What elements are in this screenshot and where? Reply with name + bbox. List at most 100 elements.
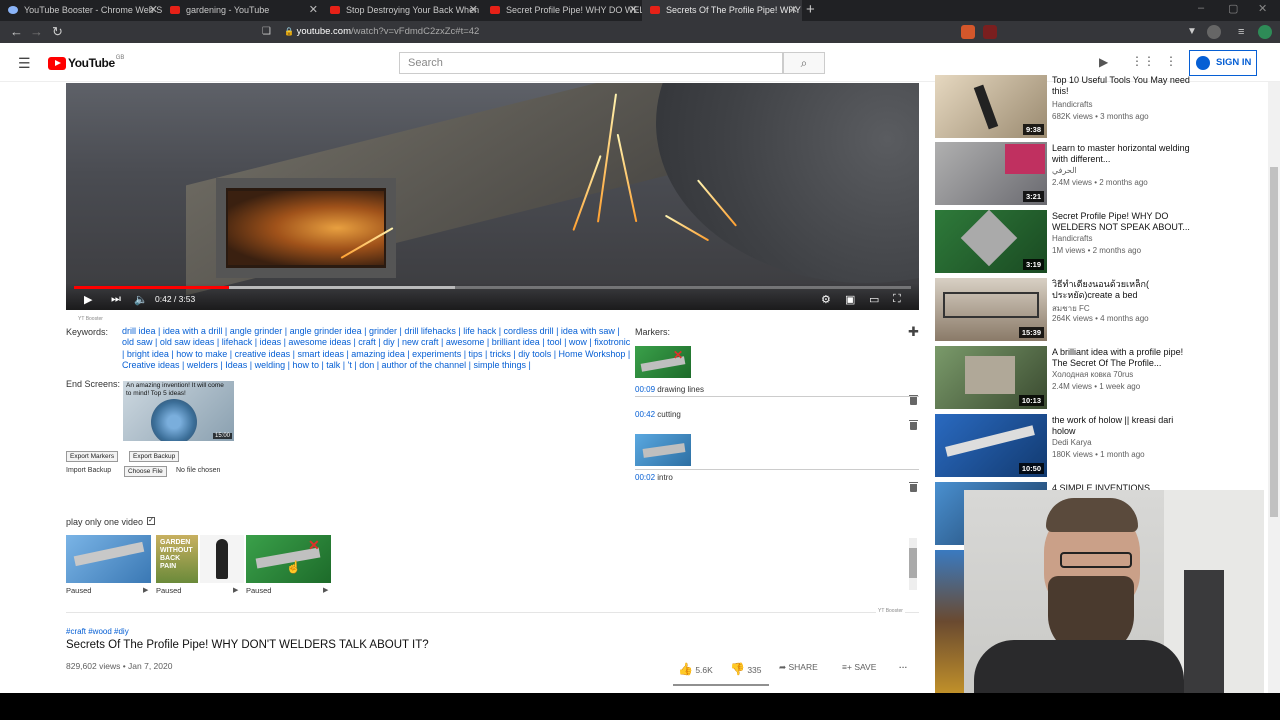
browser-tab-active[interactable]: Secrets Of The Profile Pipe! WHY D ✕ — [642, 0, 802, 21]
save-label: SAVE — [854, 662, 877, 672]
miniplayer-icon[interactable]: ▣ — [845, 293, 855, 306]
minimize-icon[interactable]: – — [1198, 2, 1204, 14]
related-video[interactable]: 10:50 the work of holow || kreasi dari h… — [935, 414, 1195, 480]
save-button[interactable]: ≡+ SAVE — [842, 662, 876, 672]
search-button[interactable]: ⌕ — [783, 52, 825, 74]
related-thumbnail-partial[interactable] — [935, 550, 965, 693]
forward-icon[interactable]: → — [30, 21, 43, 43]
seek-bar[interactable] — [74, 286, 911, 289]
share-label: SHARE — [788, 662, 818, 672]
sign-in-button[interactable]: SIGN IN — [1189, 50, 1257, 76]
playlist-play-icon[interactable]: ▶ — [323, 586, 328, 594]
theater-mode-icon[interactable]: ▭ — [869, 293, 879, 306]
brave-shield-icon[interactable] — [961, 25, 975, 39]
more-actions-icon[interactable]: ··· — [899, 662, 908, 672]
related-thumbnail[interactable]: 9:38 — [935, 75, 1047, 138]
create-video-icon[interactable]: ▶ — [1099, 55, 1108, 69]
related-thumbnail[interactable]: 15:39 — [935, 278, 1047, 341]
fullscreen-icon[interactable]: ⛶ — [893, 293, 901, 306]
related-title: Learn to master horizontal welding with … — [1052, 143, 1190, 164]
volume-icon[interactable]: 🔈 — [134, 293, 148, 306]
page-scroll-thumb[interactable] — [1270, 167, 1278, 517]
related-thumbnail[interactable]: 10:50 — [935, 414, 1047, 477]
end-screen-thumbnail[interactable]: An amazing invention! It will come to mi… — [123, 381, 234, 441]
browser-tab[interactable]: gardening - YouTube ✕ — [162, 0, 322, 21]
progress-played — [74, 286, 229, 289]
marker-row[interactable]: 00:02 intro — [635, 473, 673, 482]
playlist-scroll-thumb[interactable] — [909, 548, 917, 578]
marker-thumbnail[interactable]: ✕ — [635, 346, 691, 378]
bookmark-icon[interactable]: ❏ — [262, 21, 271, 43]
keywords-list[interactable]: drill idea | idea with a drill | angle g… — [122, 326, 634, 372]
related-video[interactable]: 3:19 Secret Profile Pipe! WHY DO WELDERS… — [935, 210, 1195, 276]
extension-icon[interactable] — [983, 25, 997, 39]
delete-marker-icon[interactable] — [909, 395, 918, 405]
related-video[interactable]: 3:21 Learn to master horizontal welding … — [935, 142, 1195, 208]
media-control-icon[interactable]: ≡ — [1238, 21, 1244, 43]
hamburger-menu-icon[interactable]: ☰ — [18, 55, 31, 72]
playlist-scrollbar[interactable] — [909, 538, 917, 590]
export-backup-button[interactable]: Export Backup — [129, 451, 180, 462]
delete-marker-icon[interactable] — [909, 420, 918, 430]
export-markers-button[interactable]: Export Markers — [66, 451, 119, 462]
related-thumbnail[interactable]: 10:13 — [935, 346, 1047, 409]
related-thumbnail[interactable]: 3:19 — [935, 210, 1047, 273]
close-tab-icon[interactable]: ✕ — [789, 0, 798, 21]
choose-file-button[interactable]: Choose File — [124, 466, 167, 477]
playlist-thumbnail[interactable] — [66, 535, 151, 583]
share-button[interactable]: ➦ SHARE — [779, 662, 818, 673]
playlist-thumbnail[interactable]: GARDEN WITHOUT BACK PAIN — [156, 535, 198, 583]
playlist-play-icon[interactable]: ▶ — [143, 586, 148, 594]
settings-gear-icon[interactable]: ⚙ — [821, 293, 831, 306]
youtube-logo[interactable]: YouTube GB — [48, 55, 124, 71]
new-tab-icon[interactable]: + — [806, 0, 815, 20]
playlist-thumbnail[interactable]: ✕ — [246, 535, 331, 583]
page-scrollbar[interactable] — [1268, 82, 1280, 693]
browser-tab[interactable]: YouTube Booster - Chrome Web S ✕ — [0, 0, 162, 21]
profile-extension-icon[interactable] — [1207, 25, 1221, 39]
profile-avatar-icon[interactable] — [1258, 25, 1272, 39]
video-player[interactable]: ▶ ⏭ 🔈 0:42 / 3:53 ⚙ ▣ ▭ ⛶ — [66, 83, 919, 310]
video-hashtags[interactable]: #craft #wood #diy — [66, 627, 129, 636]
marker-time[interactable]: 00:02 — [635, 473, 655, 482]
duration-badge: 3:21 — [1022, 191, 1044, 202]
next-icon[interactable]: ⏭ — [111, 293, 121, 306]
related-video[interactable]: 10:13 A brilliant idea with a profile pi… — [935, 346, 1195, 412]
browser-tab[interactable]: Stop Destroying Your Back When ✕ — [322, 0, 482, 21]
window-close-icon[interactable]: ✕ — [1258, 2, 1267, 15]
delete-marker-icon[interactable] — [909, 482, 918, 492]
settings-more-icon[interactable]: ⋮ — [1165, 54, 1177, 68]
marker-row[interactable]: 00:09 drawing lines — [635, 385, 704, 394]
close-tab-icon[interactable]: ✕ — [149, 0, 158, 21]
related-views: 180K views • 1 month ago — [1052, 450, 1145, 459]
dislike-count: 335 — [747, 665, 762, 675]
apps-grid-icon[interactable]: ⋮⋮ — [1131, 54, 1155, 68]
add-marker-icon[interactable]: ✚ — [908, 324, 919, 340]
reload-icon[interactable]: ↻ — [52, 21, 63, 43]
browser-toolbar: ← → ↻ ❏ 🔒 youtube.com/watch?v=vFdmdC2zxZ… — [0, 21, 1280, 43]
marker-thumbnail[interactable] — [635, 434, 691, 466]
close-tab-icon[interactable]: ✕ — [469, 0, 478, 21]
address-bar[interactable]: 🔒 youtube.com/watch?v=vFdmdC2zxZc#t=42 — [284, 24, 954, 40]
close-tab-icon[interactable]: ✕ — [309, 0, 318, 21]
dislike-button[interactable]: 👎 335 — [730, 662, 762, 676]
marker-time[interactable]: 00:09 — [635, 385, 655, 394]
related-thumbnail[interactable]: 3:21 — [935, 142, 1047, 205]
share-icon: ➦ — [779, 662, 787, 672]
extension-filter-icon[interactable]: ▼ — [1187, 21, 1197, 43]
related-video[interactable]: 15:39 วิธีทำเตียงนอนด้วยเหล็ก( ประหยัด)c… — [935, 278, 1195, 344]
marker-row[interactable]: 00:42 cutting — [635, 410, 681, 419]
related-video[interactable]: 9:38 Top 10 Useful Tools You May need th… — [935, 75, 1195, 148]
back-icon[interactable]: ← — [10, 21, 23, 43]
pipe-image — [73, 541, 145, 567]
play-only-one-checkbox[interactable]: ✓ — [147, 517, 155, 525]
browser-tab[interactable]: Secret Profile Pipe! WHY DO WEL ✕ — [482, 0, 642, 21]
close-tab-icon[interactable]: ✕ — [629, 0, 638, 21]
playlist-play-icon[interactable]: ▶ — [233, 586, 238, 594]
marker-time[interactable]: 00:42 — [635, 410, 655, 419]
like-button[interactable]: 👍 5.6K — [678, 662, 713, 676]
playlist-thumbnail[interactable] — [200, 535, 244, 583]
maximize-icon[interactable]: ▢ — [1228, 2, 1238, 15]
search-input[interactable]: Search — [399, 52, 783, 74]
play-icon[interactable]: ▶ — [84, 293, 92, 306]
